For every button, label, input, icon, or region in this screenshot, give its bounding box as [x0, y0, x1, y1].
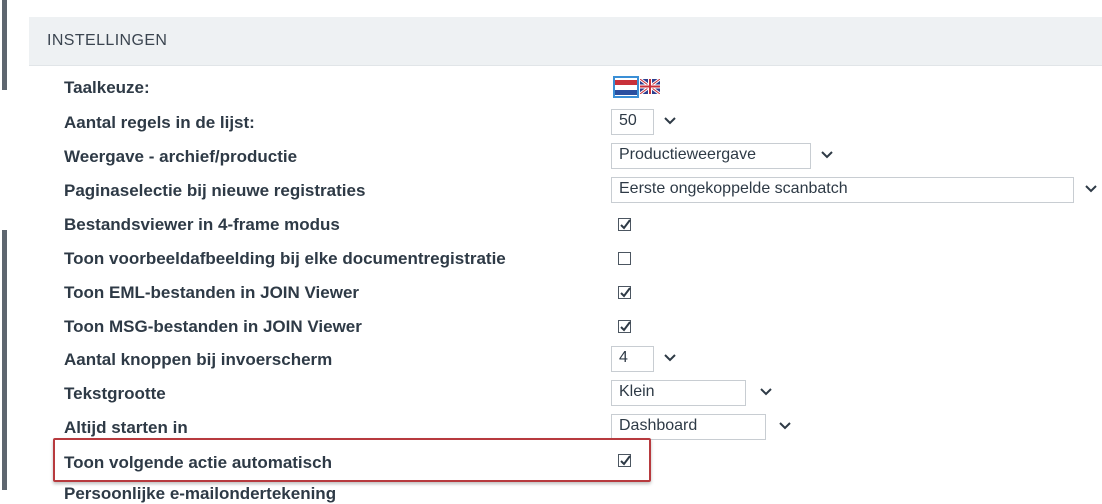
- rows-per-list-select[interactable]: 50: [611, 109, 654, 135]
- sidebar-bar: [2, 230, 7, 490]
- checkmark-icon: [620, 287, 631, 298]
- msg-viewer-checkbox[interactable]: [618, 320, 631, 333]
- left-sidebar-edge: [0, 0, 9, 503]
- eml-viewer-checkbox[interactable]: [618, 286, 631, 299]
- settings-header: INSTELLINGEN: [29, 17, 1102, 66]
- text-size-select[interactable]: Klein: [611, 380, 746, 406]
- label-toon-msg: Toon MSG-bestanden in JOIN Viewer: [64, 317, 362, 336]
- buttons-count-value: 4: [619, 349, 628, 366]
- checkmark-icon: [620, 321, 631, 332]
- preview-image-checkbox[interactable]: [618, 252, 631, 265]
- label-aantal-knoppen: Aantal knoppen bij invoerscherm: [64, 350, 333, 369]
- chevron-down-icon[interactable]: [663, 114, 677, 128]
- chevron-down-icon[interactable]: [663, 351, 677, 365]
- chevron-down-icon[interactable]: [759, 385, 773, 399]
- label-aantal-regels: Aantal regels in de lijst:: [64, 113, 255, 132]
- label-paginaselectie: Paginaselectie bij nieuwe registraties: [64, 181, 366, 200]
- start-page-value: Dashboard: [619, 417, 698, 434]
- text-size-value: Klein: [619, 383, 655, 400]
- label-weergave: Weergave - archief/productie: [64, 147, 298, 166]
- four-frame-checkbox[interactable]: [618, 218, 631, 231]
- language-selector: [613, 76, 667, 98]
- start-page-select[interactable]: Dashboard: [611, 414, 766, 440]
- label-persoonlijke-email: Persoonlijke e-mailondertekening: [64, 484, 337, 503]
- uk-flag-icon[interactable]: [640, 79, 660, 94]
- buttons-count-select[interactable]: 4: [611, 346, 654, 372]
- panel-title: INSTELLINGEN: [47, 32, 168, 49]
- archive-production-select[interactable]: Productieweergave: [611, 143, 811, 169]
- chevron-down-icon[interactable]: [1084, 182, 1098, 196]
- highlight-box: [53, 438, 651, 482]
- dutch-flag-icon[interactable]: [613, 76, 639, 98]
- chevron-down-icon[interactable]: [778, 419, 792, 433]
- checkmark-icon: [620, 219, 631, 230]
- checkmark-icon: [620, 455, 631, 466]
- label-taalkeuze: Taalkeuze:: [64, 78, 150, 97]
- label-toon-eml: Toon EML-bestanden in JOIN Viewer: [64, 283, 360, 302]
- page-selection-value: Eerste ongekoppelde scanbatch: [619, 180, 848, 197]
- label-altijd-starten: Altijd starten in: [64, 418, 188, 437]
- sidebar-bar: [2, 0, 7, 90]
- chevron-down-icon[interactable]: [820, 148, 834, 162]
- label-toon-voorbeeld: Toon voorbeeldafbeelding bij elke docume…: [64, 249, 506, 268]
- archive-production-value: Productieweergave: [619, 146, 756, 163]
- rows-per-list-value: 50: [619, 112, 637, 129]
- next-action-checkbox[interactable]: [618, 454, 631, 467]
- label-bestandsviewer: Bestandsviewer in 4-frame modus: [64, 215, 340, 234]
- page-selection-select[interactable]: Eerste ongekoppelde scanbatch: [611, 177, 1074, 203]
- label-tekstgrootte: Tekstgrootte: [64, 384, 166, 403]
